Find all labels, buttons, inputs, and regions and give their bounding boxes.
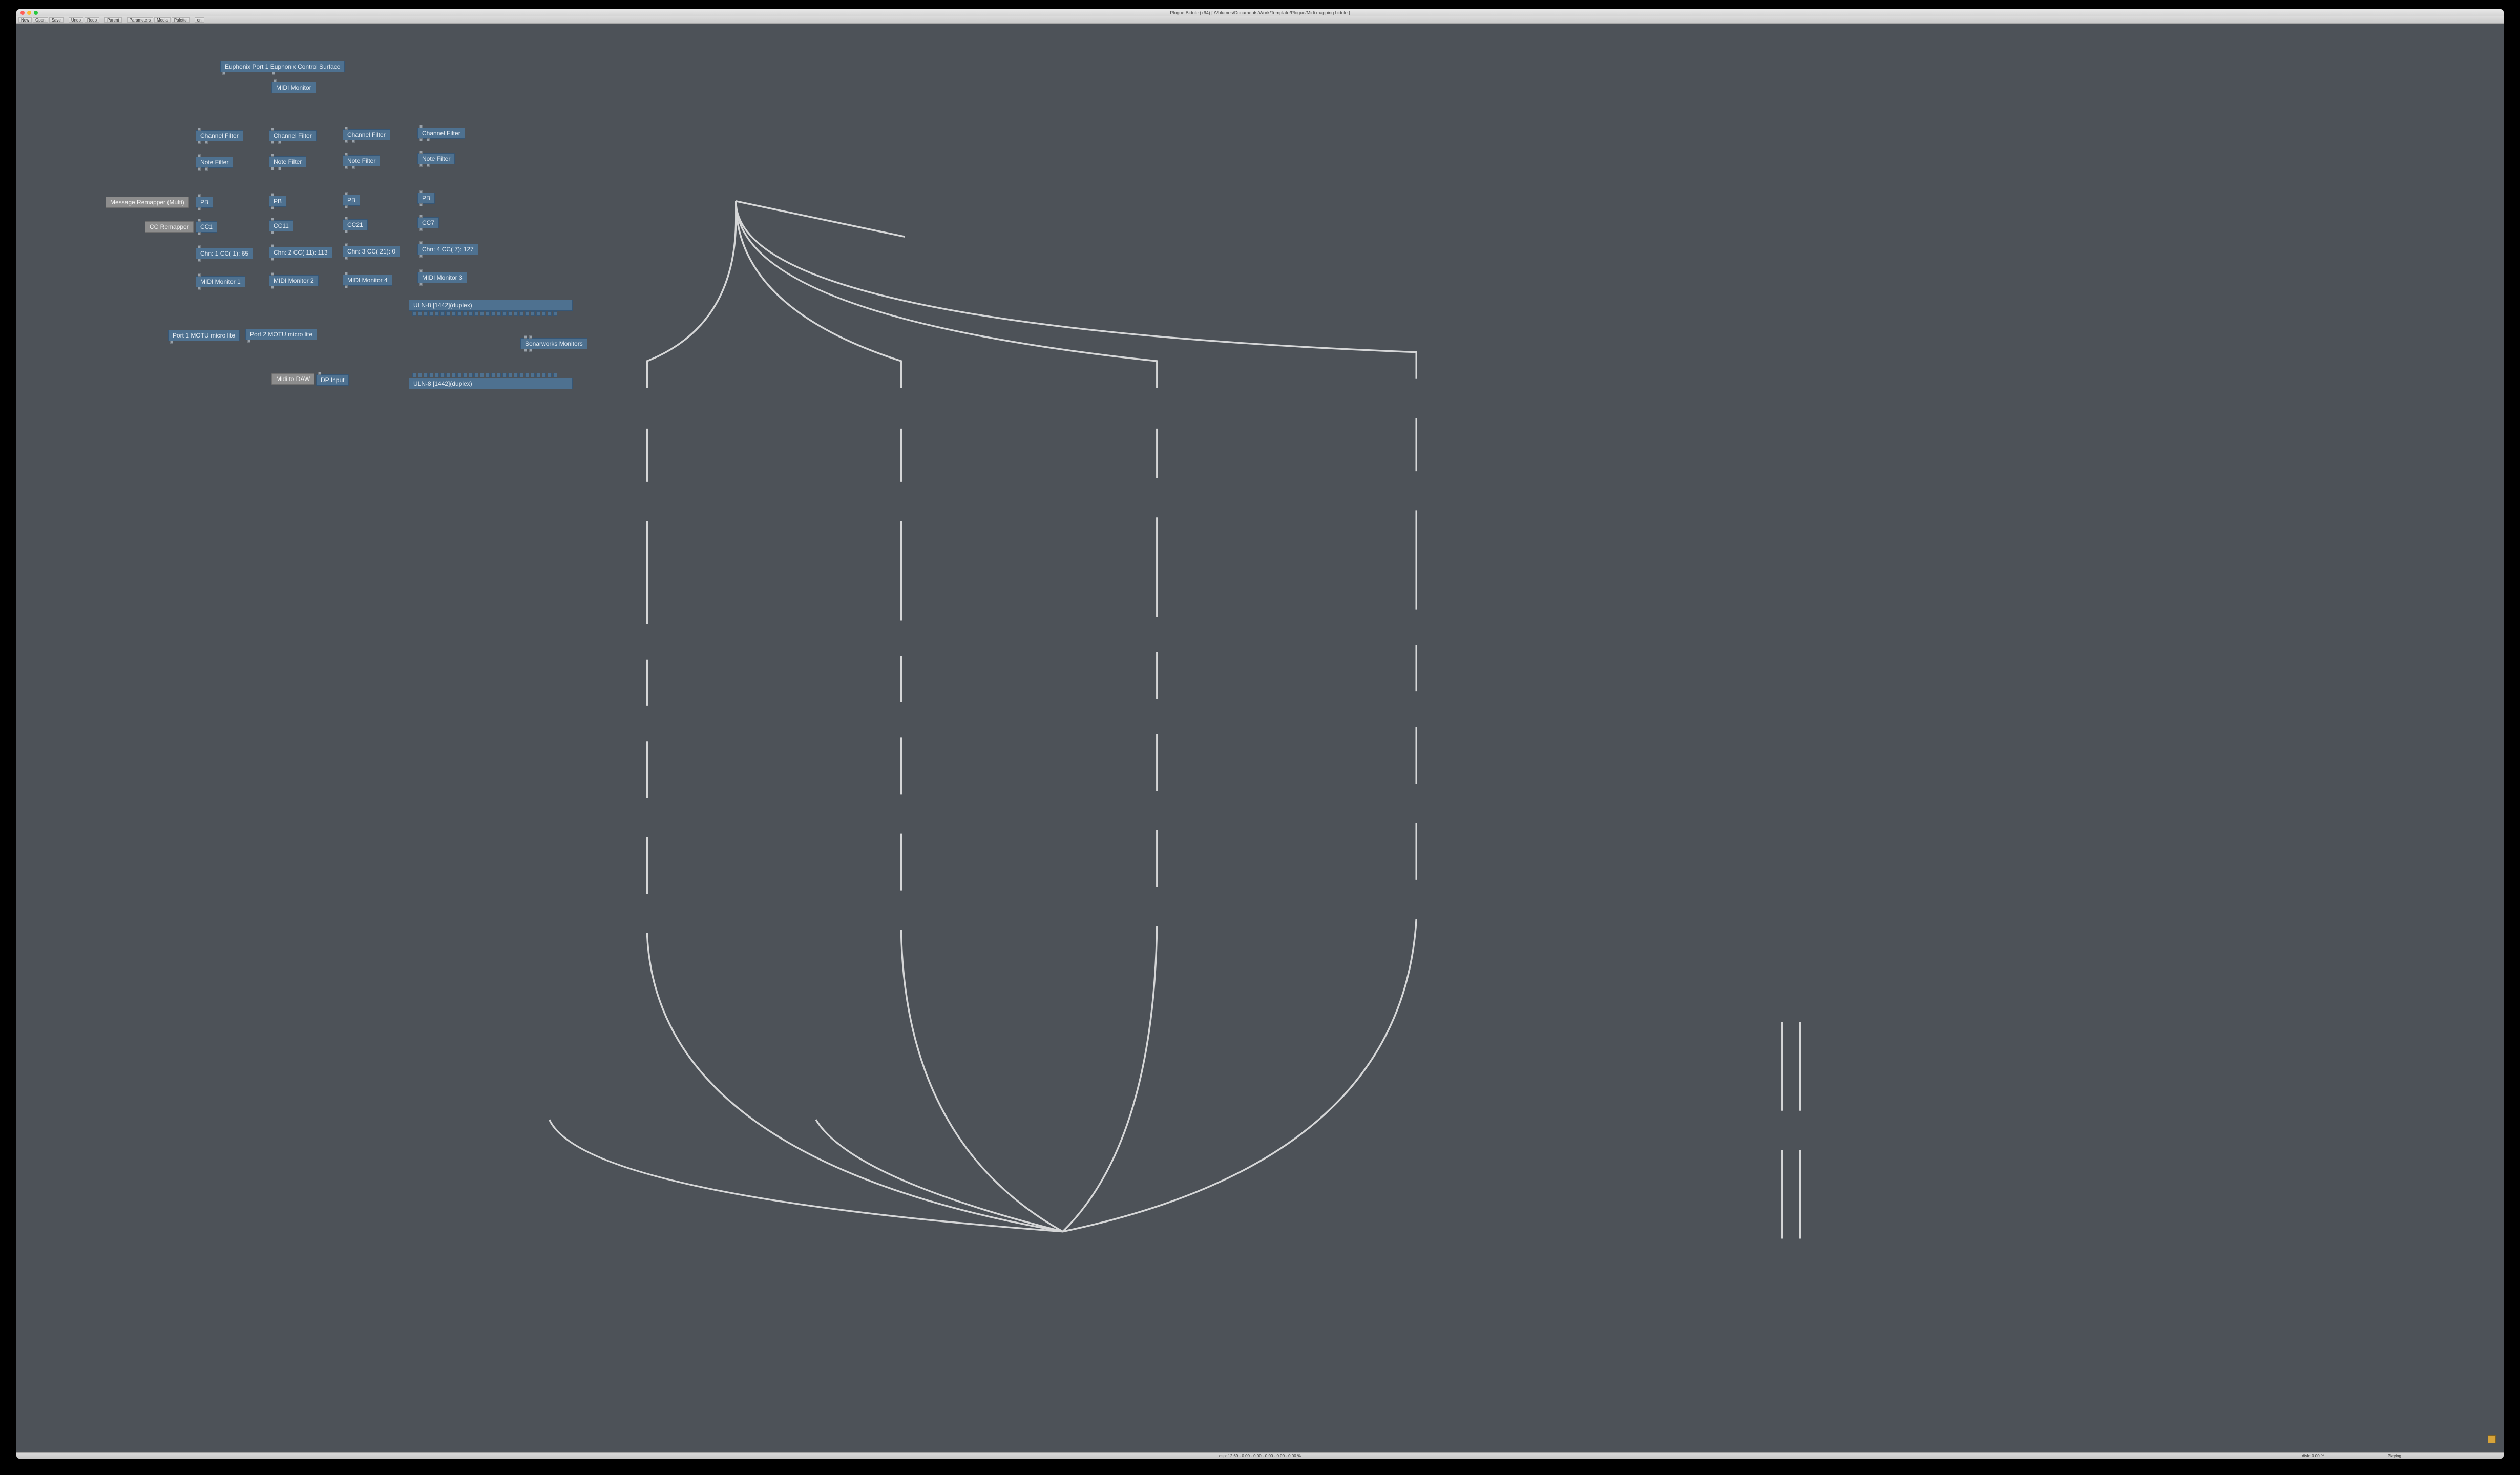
status-disk: disk: 0.00 % [2302, 1453, 2324, 1458]
node-midi-monitor-1[interactable]: MIDI Monitor 1 [196, 276, 245, 287]
undo-button[interactable]: Undo [69, 17, 83, 23]
node-label: Channel Filter [200, 132, 239, 139]
titlebar[interactable]: Plogue Bidule (x64) [ /Volumes/Documents… [16, 9, 2504, 16]
node-channel-filter-3[interactable]: Channel Filter [343, 129, 390, 140]
node-channel-filter-4[interactable]: Channel Filter [417, 128, 465, 139]
node-cc-remapper[interactable]: CC Remapper [145, 221, 194, 233]
node-label: Euphonix Port 1 Euphonix Control Surface [225, 63, 340, 70]
patch-canvas[interactable]: Euphonix Port 1 Euphonix Control Surface… [16, 24, 2504, 1452]
node-pb-2[interactable]: PB [269, 196, 286, 207]
node-port1-motu[interactable]: Port 1 MOTU micro lite [168, 330, 240, 341]
media-button[interactable]: Media [154, 17, 171, 23]
toolbar: New Open Save Undo Redo Parent Parameter… [16, 16, 2504, 24]
node-label: Port 2 MOTU micro lite [250, 331, 312, 338]
node-chn-3[interactable]: Chn: 3 CC( 21): 0 [343, 246, 400, 257]
node-port2-motu[interactable]: Port 2 MOTU micro lite [245, 329, 317, 340]
node-label: CC1 [200, 223, 213, 230]
save-button[interactable]: Save [49, 17, 64, 23]
app-window: Plogue Bidule (x64) [ /Volumes/Documents… [16, 9, 2504, 1459]
zoom-icon[interactable] [34, 11, 38, 15]
node-midi-to-daw[interactable]: Midi to DAW [271, 373, 314, 385]
node-label: Chn: 3 CC( 21): 0 [347, 248, 395, 255]
node-label: CC11 [274, 222, 289, 229]
connection-layer [16, 24, 2504, 1392]
on-button[interactable]: on [195, 17, 204, 23]
node-uln8-out[interactable]: ULN-8 [1442](duplex) [409, 300, 573, 311]
node-note-filter-1[interactable]: Note Filter [196, 157, 233, 168]
node-dp-input[interactable]: DP Input [316, 374, 349, 386]
node-label: MIDI Monitor 3 [422, 274, 463, 281]
node-label: Chn: 4 CC( 7): 127 [422, 246, 474, 253]
status-dsp: dsp: 12.69 - 0.00 - 0.00 - 0.00 - 0.00 -… [16, 1453, 2504, 1458]
node-label: PB [200, 199, 208, 206]
node-note-filter-3[interactable]: Note Filter [343, 155, 380, 166]
node-label: Channel Filter [422, 130, 460, 137]
node-label: CC21 [347, 221, 363, 228]
node-label: PB [347, 197, 355, 204]
new-button[interactable]: New [18, 17, 32, 23]
node-label: ULN-8 [1442](duplex) [413, 380, 472, 387]
node-midi-monitor-3[interactable]: MIDI Monitor 3 [417, 272, 467, 283]
node-label: PB [274, 198, 282, 205]
node-channel-filter-1[interactable]: Channel Filter [196, 130, 243, 141]
node-chn-1[interactable]: Chn: 1 CC( 1): 65 [196, 248, 253, 259]
status-indicator-icon[interactable] [2488, 1435, 2496, 1443]
minimize-icon[interactable] [27, 11, 31, 15]
node-label: CC Remapper [150, 223, 189, 230]
node-midi-monitor-4[interactable]: MIDI Monitor 4 [343, 275, 392, 286]
node-label: Channel Filter [274, 132, 312, 139]
parent-button[interactable]: Parent [104, 17, 122, 23]
close-icon[interactable] [20, 11, 25, 15]
node-cc7[interactable]: CC7 [417, 217, 439, 228]
node-note-filter-2[interactable]: Note Filter [269, 156, 306, 167]
parameters-button[interactable]: Parameters [127, 17, 153, 23]
node-label: Chn: 2 CC( 11): 113 [274, 249, 328, 256]
node-label: CC7 [422, 219, 434, 226]
node-uln8-in[interactable]: ULN-8 [1442](duplex) [409, 378, 573, 389]
node-cc1[interactable]: CC1 [196, 221, 217, 233]
node-label: Note Filter [274, 158, 302, 165]
statusbar: dsp: 12.69 - 0.00 - 0.00 - 0.00 - 0.00 -… [16, 1452, 2504, 1459]
node-cc21[interactable]: CC21 [343, 219, 368, 230]
status-play-state: Playing [2388, 1453, 2401, 1458]
node-label: ULN-8 [1442](duplex) [413, 302, 472, 309]
open-button[interactable]: Open [33, 17, 48, 23]
node-label: Note Filter [422, 155, 450, 162]
node-midi-monitor[interactable]: MIDI Monitor [271, 82, 316, 93]
node-label: Message Remapper (Multi) [110, 199, 184, 206]
node-chn-4[interactable]: Chn: 4 CC( 7): 127 [417, 244, 478, 255]
node-label: DP Input [321, 376, 344, 384]
node-pb-3[interactable]: PB [343, 195, 360, 206]
node-message-remapper[interactable]: Message Remapper (Multi) [106, 197, 189, 208]
node-label: MIDI Monitor [276, 84, 311, 91]
node-label: Port 1 MOTU micro lite [173, 332, 235, 339]
node-channel-filter-2[interactable]: Channel Filter [269, 130, 317, 141]
node-label: MIDI Monitor 4 [347, 277, 388, 284]
node-pb-4[interactable]: PB [417, 193, 435, 204]
node-midi-monitor-2[interactable]: MIDI Monitor 2 [269, 275, 319, 286]
node-sonarworks[interactable]: Sonarworks Monitors [520, 338, 587, 349]
node-label: MIDI Monitor 1 [200, 278, 241, 285]
window-title: Plogue Bidule (x64) [ /Volumes/Documents… [16, 10, 2504, 15]
node-pb-1[interactable]: PB [196, 197, 213, 208]
node-note-filter-4[interactable]: Note Filter [417, 153, 455, 164]
node-euphonix[interactable]: Euphonix Port 1 Euphonix Control Surface [220, 61, 345, 72]
node-label: Sonarworks Monitors [525, 340, 583, 347]
node-label: MIDI Monitor 2 [274, 277, 314, 284]
redo-button[interactable]: Redo [85, 17, 99, 23]
node-label: Note Filter [200, 159, 228, 166]
node-label: Chn: 1 CC( 1): 65 [200, 250, 248, 257]
node-label: PB [422, 195, 430, 202]
node-chn-2[interactable]: Chn: 2 CC( 11): 113 [269, 247, 332, 258]
node-label: Channel Filter [347, 131, 386, 138]
node-label: Note Filter [347, 157, 375, 164]
node-label: Midi to DAW [276, 375, 310, 383]
palette-button[interactable]: Palette [172, 17, 190, 23]
node-cc11[interactable]: CC11 [269, 220, 293, 231]
